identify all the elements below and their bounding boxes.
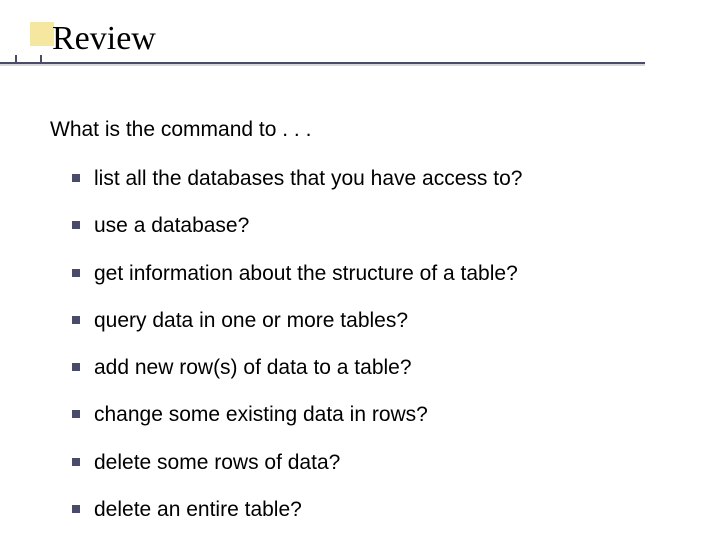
- slide-content: What is the command to . . . list all th…: [50, 118, 680, 544]
- bullet-list: list all the databases that you have acc…: [50, 166, 680, 523]
- list-item: delete an entire table?: [72, 497, 680, 523]
- accent-square-icon: [30, 22, 54, 46]
- list-item: add new row(s) of data to a table?: [72, 355, 680, 381]
- list-item: query data in one or more tables?: [72, 308, 680, 334]
- list-item: use a database?: [72, 213, 680, 239]
- slide-title: Review: [52, 20, 156, 58]
- list-item: get information about the structure of a…: [72, 261, 680, 287]
- slide-header: Review: [0, 0, 720, 80]
- header-underline-light: [0, 64, 645, 66]
- list-item: delete some rows of data?: [72, 450, 680, 476]
- list-item: list all the databases that you have acc…: [72, 166, 680, 192]
- list-item: change some existing data in rows?: [72, 402, 680, 428]
- intro-text: What is the command to . . .: [50, 118, 680, 142]
